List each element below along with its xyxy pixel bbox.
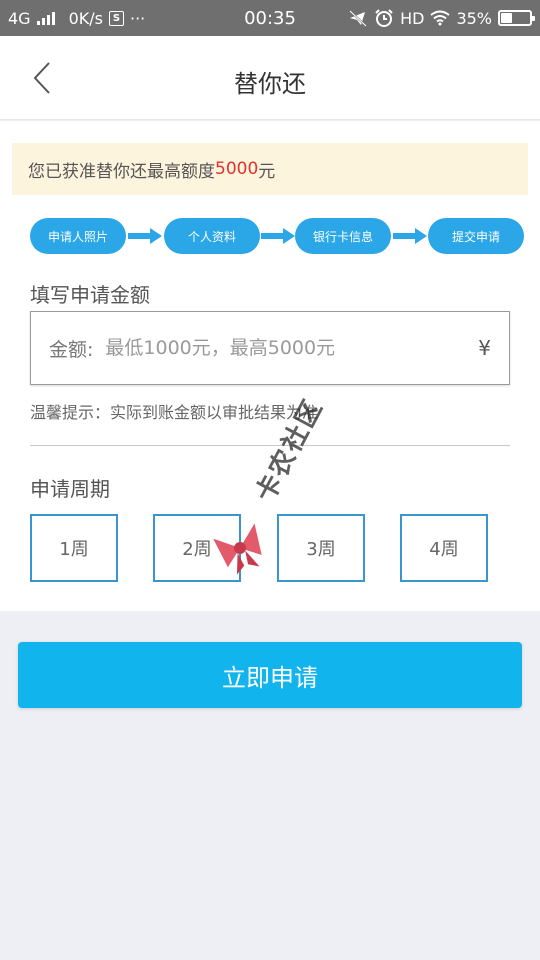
wifi-icon bbox=[430, 10, 451, 26]
battery-icon bbox=[498, 10, 535, 26]
notice-prefix: 您已获准替你还最高额度 bbox=[28, 161, 215, 182]
period-option-4-weeks[interactable]: 4周 bbox=[400, 514, 488, 582]
period-option-2-weeks[interactable]: 2周 bbox=[153, 514, 241, 582]
amount-input[interactable] bbox=[105, 337, 471, 359]
alarm-icon bbox=[375, 9, 393, 27]
step-photo: 申请人照片 bbox=[30, 218, 126, 254]
notice-suffix: 元 bbox=[258, 161, 276, 182]
s-badge-icon: S bbox=[108, 10, 124, 26]
step-submit: 提交申请 bbox=[428, 218, 524, 254]
status-bar: 4G 0K/s S ··· 00:35 HD 35% bbox=[0, 0, 540, 36]
nav-header: 替你还 bbox=[0, 36, 540, 120]
battery-level bbox=[501, 13, 512, 23]
step-personal-info: 个人资料 bbox=[164, 218, 260, 254]
apply-now-button[interactable]: 立即申请 bbox=[18, 642, 522, 708]
arrow-right-icon bbox=[128, 228, 162, 244]
step-bank-card: 银行卡信息 bbox=[295, 218, 391, 254]
arrow-right-icon bbox=[261, 228, 295, 244]
signal-icon bbox=[36, 11, 55, 25]
yen-icon: ¥ bbox=[478, 336, 491, 360]
status-left: 4G 0K/s S ··· bbox=[8, 9, 145, 28]
period-section-title: 申请周期 bbox=[30, 477, 110, 501]
hd-label: HD bbox=[400, 8, 425, 28]
amount-tip: 温馨提示：实际到账金额以审批结果为准 bbox=[30, 403, 319, 422]
amount-label: 金额: bbox=[49, 338, 94, 361]
network-speed: 0K/s bbox=[68, 8, 103, 28]
battery-percent: 35% bbox=[456, 8, 492, 28]
form-card: 您已获准替你还最高额度 5000 元 申请人照片 个人资料 银行卡信息 提交申请 填… bbox=[0, 121, 540, 611]
approval-notice: 您已获准替你还最高额度 5000 元 bbox=[12, 143, 528, 195]
notice-amount: 5000 bbox=[215, 159, 259, 179]
page-title: 替你还 bbox=[234, 70, 306, 98]
status-right: HD 35% bbox=[348, 8, 535, 28]
network-type: 4G bbox=[8, 8, 31, 28]
more-notifications: ··· bbox=[129, 8, 146, 28]
divider bbox=[30, 445, 510, 446]
period-option-1-week[interactable]: 1周 bbox=[30, 514, 118, 582]
amount-section-title: 填写申请金额 bbox=[30, 283, 150, 307]
no-disturb-icon bbox=[349, 10, 367, 27]
progress-steps: 申请人照片 个人资料 银行卡信息 提交申请 bbox=[30, 218, 524, 254]
period-option-3-weeks[interactable]: 3周 bbox=[277, 514, 365, 582]
arrow-right-icon bbox=[393, 228, 427, 244]
amount-field[interactable]: 金额: ¥ bbox=[30, 311, 510, 385]
